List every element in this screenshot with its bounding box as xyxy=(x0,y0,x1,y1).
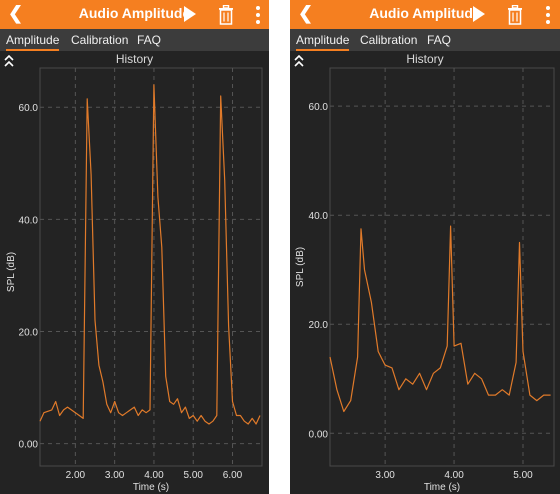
y-tick-label: 20.0 xyxy=(309,320,329,331)
x-axis-label: Time (s) xyxy=(133,482,169,493)
x-tick-label: 6.00 xyxy=(223,470,243,481)
x-tick-label: 3.00 xyxy=(105,470,125,481)
series-line xyxy=(39,84,261,425)
y-axis-label: SPL (dB) xyxy=(6,252,17,292)
y-tick-label: 40.0 xyxy=(309,211,329,222)
x-tick-label: 5.00 xyxy=(513,470,533,481)
plot-frame xyxy=(39,67,263,467)
y-tick-label: 40.0 xyxy=(19,215,39,226)
x-tick-label: 2.00 xyxy=(66,470,86,481)
x-tick-label: 5.00 xyxy=(184,470,204,481)
chart-history: 2.00 3.00 4.00 5.00 6.00 0.00 20.0 40.0 60.0 Time… xyxy=(6,67,263,493)
x-tick-label: 4.00 xyxy=(444,470,464,481)
x-tick-label: 4.00 xyxy=(144,470,164,481)
screen-left: ❮ Audio Amplitude Amplitude Calibration … xyxy=(0,0,269,494)
y-tick-label: 0.00 xyxy=(19,440,39,451)
y-tick-label: 60.0 xyxy=(19,103,39,114)
series-line xyxy=(329,225,551,413)
y-tick-label: 60.0 xyxy=(309,102,329,113)
y-tick-label: 0.00 xyxy=(309,429,329,440)
x-tick-label: 3.00 xyxy=(375,470,395,481)
x-axis-label: Time (s) xyxy=(424,482,460,493)
chart-history: 3.00 4.00 5.00 0.00 20.0 40.0 60.0 Time (s) SPL … xyxy=(295,67,555,493)
screen-right: ❮ Audio Amplitude Amplitude Calibration … xyxy=(290,0,560,494)
y-axis-label: SPL (dB) xyxy=(295,247,306,287)
y-tick-label: 20.0 xyxy=(19,327,39,338)
